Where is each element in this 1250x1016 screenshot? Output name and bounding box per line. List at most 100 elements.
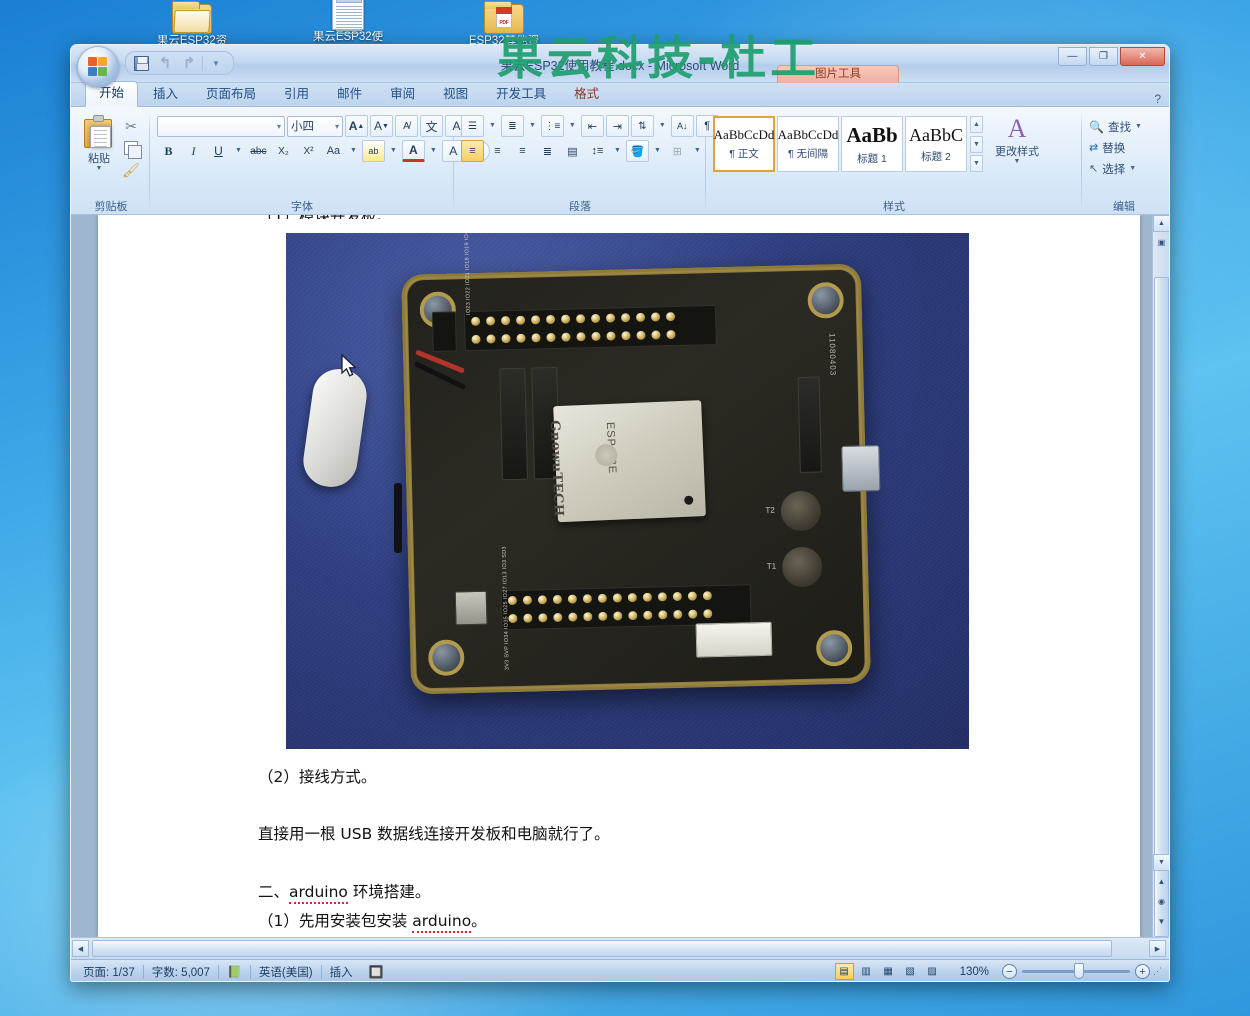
styles-more-button[interactable]: ▼ [970,155,983,172]
select-browse-object-button[interactable]: ◉ [1154,894,1169,909]
chevron-down-icon[interactable]: ▼ [96,165,103,172]
align-right-button[interactable]: ≡ [511,140,534,162]
clear-formatting-button[interactable]: A̸ [395,115,418,137]
increase-indent-button[interactable]: ⇥ [605,115,629,137]
borders-dropdown[interactable]: ▼ [691,140,704,162]
zoom-slider[interactable]: − + [1002,963,1150,979]
format-painter-button[interactable]: 🖌 [119,159,143,181]
horizontal-scroll-track[interactable] [92,940,1146,957]
line-spacing-dropdown[interactable]: ▼ [611,140,624,162]
horizontal-scrollbar[interactable]: ◀ ▶ [71,937,1169,959]
scroll-up-button[interactable]: ▲ [1153,215,1169,232]
style-heading-1[interactable]: AaBb 标题 1 [841,116,903,172]
status-macro-record[interactable]: 🔲 [361,965,392,979]
select-button[interactable]: ↖ 选择 ▼ [1089,158,1136,179]
underline-button[interactable]: U [207,140,230,162]
help-button[interactable]: ? [1154,92,1169,106]
italic-button[interactable]: I [182,140,205,162]
change-styles-button[interactable]: A 更改样式 ▼ [990,116,1044,166]
scroll-down-button[interactable]: ▼ [1153,854,1169,871]
view-draft[interactable]: ▨ [923,963,942,980]
tab-mailings[interactable]: 邮件 [324,83,375,106]
font-name-combobox[interactable] [157,115,285,137]
zoom-knob[interactable] [1074,963,1084,979]
text-highlight-button[interactable]: ab [361,140,385,162]
view-outline[interactable]: ▧ [901,963,920,980]
status-page-number[interactable]: 页面: 1/37 [75,964,143,980]
numbering-dropdown[interactable]: ▼ [526,115,539,137]
sort-az-button[interactable]: A↓ [670,115,694,137]
grow-font-button[interactable]: A ▲ [345,115,368,137]
tab-page-layout[interactable]: 页面布局 [193,83,269,106]
change-case-dropdown[interactable]: ▼ [347,140,360,162]
borders-button[interactable]: ⊞ [666,140,689,162]
highlight-dropdown[interactable]: ▼ [387,140,400,162]
close-button[interactable]: ✕ [1120,47,1165,66]
resize-grip[interactable]: ⋰ [1153,966,1163,977]
subscript-button[interactable]: X₂ [272,140,295,162]
minimize-button[interactable]: — [1058,47,1087,66]
view-web-layout[interactable]: ▦ [879,963,898,980]
tab-format[interactable]: 格式 [561,83,612,106]
line-spacing-button[interactable]: ↕≡ [586,140,609,162]
status-proofing-errors[interactable]: 📗 [219,965,250,979]
distributed-button[interactable]: ▤ [561,140,584,162]
view-full-screen-reading[interactable]: ▥ [857,963,876,980]
style-heading-2[interactable]: AaBbC 标题 2 [905,116,967,172]
document-page[interactable]: （1）模块开发板。 [98,215,1140,937]
numbering-button[interactable]: ≣ [500,115,524,137]
strikethrough-button[interactable]: abc [247,140,270,162]
bullets-dropdown[interactable]: ▼ [486,115,499,137]
desktop-icon-word-doc[interactable]: 果云ESP32使 [296,0,400,44]
shading-dropdown[interactable]: ▼ [651,140,664,162]
tab-view[interactable]: 视图 [430,83,481,106]
align-left-button[interactable]: ≡ [461,140,484,162]
zoom-level-label[interactable]: 130% [956,966,993,978]
bullets-button[interactable]: ☰ [461,115,484,137]
sort-dropdown[interactable]: ▼ [656,115,669,137]
shrink-font-button[interactable]: A ▼ [370,115,393,137]
tab-developer[interactable]: 开发工具 [483,83,559,106]
bold-button[interactable]: B [157,140,180,162]
multilevel-dropdown[interactable]: ▼ [566,115,579,137]
underline-dropdown[interactable]: ▼ [232,140,245,162]
superscript-button[interactable]: X² [297,140,320,162]
font-size-combobox[interactable]: 小四 [287,115,343,137]
zoom-track[interactable] [1022,963,1130,979]
maximize-button[interactable]: ❐ [1089,47,1118,66]
view-print-layout[interactable]: ▤ [834,963,854,980]
document-image-esp32-board[interactable]: IO23 IO22 IO21 IO18 IO19 IO4 IO2 SD1 SCL… [286,233,969,749]
scroll-left-button[interactable]: ◀ [72,940,89,957]
document-area[interactable]: （1）模块开发板。 [71,215,1169,937]
find-button[interactable]: 🔍 查找 ▼ [1089,116,1142,137]
zoom-in-button[interactable]: + [1135,964,1150,979]
phonetic-guide-button[interactable]: 文 [420,115,443,137]
shading-button[interactable]: 🪣 [625,140,649,162]
horizontal-scroll-thumb[interactable] [92,940,1112,957]
replace-button[interactable]: ⇄ 替换 [1089,137,1125,158]
vertical-scroll-thumb[interactable] [1154,277,1169,937]
multilevel-list-button[interactable]: ⋮≡ [540,115,564,137]
office-button[interactable] [77,46,119,88]
copy-button[interactable] [119,137,143,159]
justify-button[interactable]: ≣ [536,140,559,162]
zoom-out-button[interactable]: − [1002,964,1017,979]
styles-scroll-down-button[interactable]: ▼ [970,135,983,153]
next-page-button[interactable]: ▼ [1154,914,1169,929]
status-insert-mode[interactable]: 插入 [322,964,361,980]
change-case-button[interactable]: Aa [322,140,345,162]
scroll-right-button[interactable]: ▶ [1149,940,1166,957]
tab-references[interactable]: 引用 [271,83,322,106]
align-center-button[interactable]: ≡ [486,140,509,162]
style-no-spacing[interactable]: AaBbCcDd ¶ 无间隔 [777,116,839,172]
desktop-icon-folder[interactable]: 果云ESP32资 [140,0,244,48]
font-color-button[interactable]: A [401,140,425,162]
cut-button[interactable]: ✂ [119,115,143,137]
previous-page-button[interactable]: ▲ [1154,874,1169,889]
style-normal[interactable]: AaBbCcDd ¶ 正文 [713,116,775,172]
tab-review[interactable]: 审阅 [377,83,428,106]
sort-button[interactable]: ⇅ [630,115,654,137]
tab-insert[interactable]: 插入 [140,83,191,106]
desktop-icon-pdf-folder[interactable]: ESP32其他资 [452,0,556,48]
status-language[interactable]: 英语(美国) [251,964,321,980]
